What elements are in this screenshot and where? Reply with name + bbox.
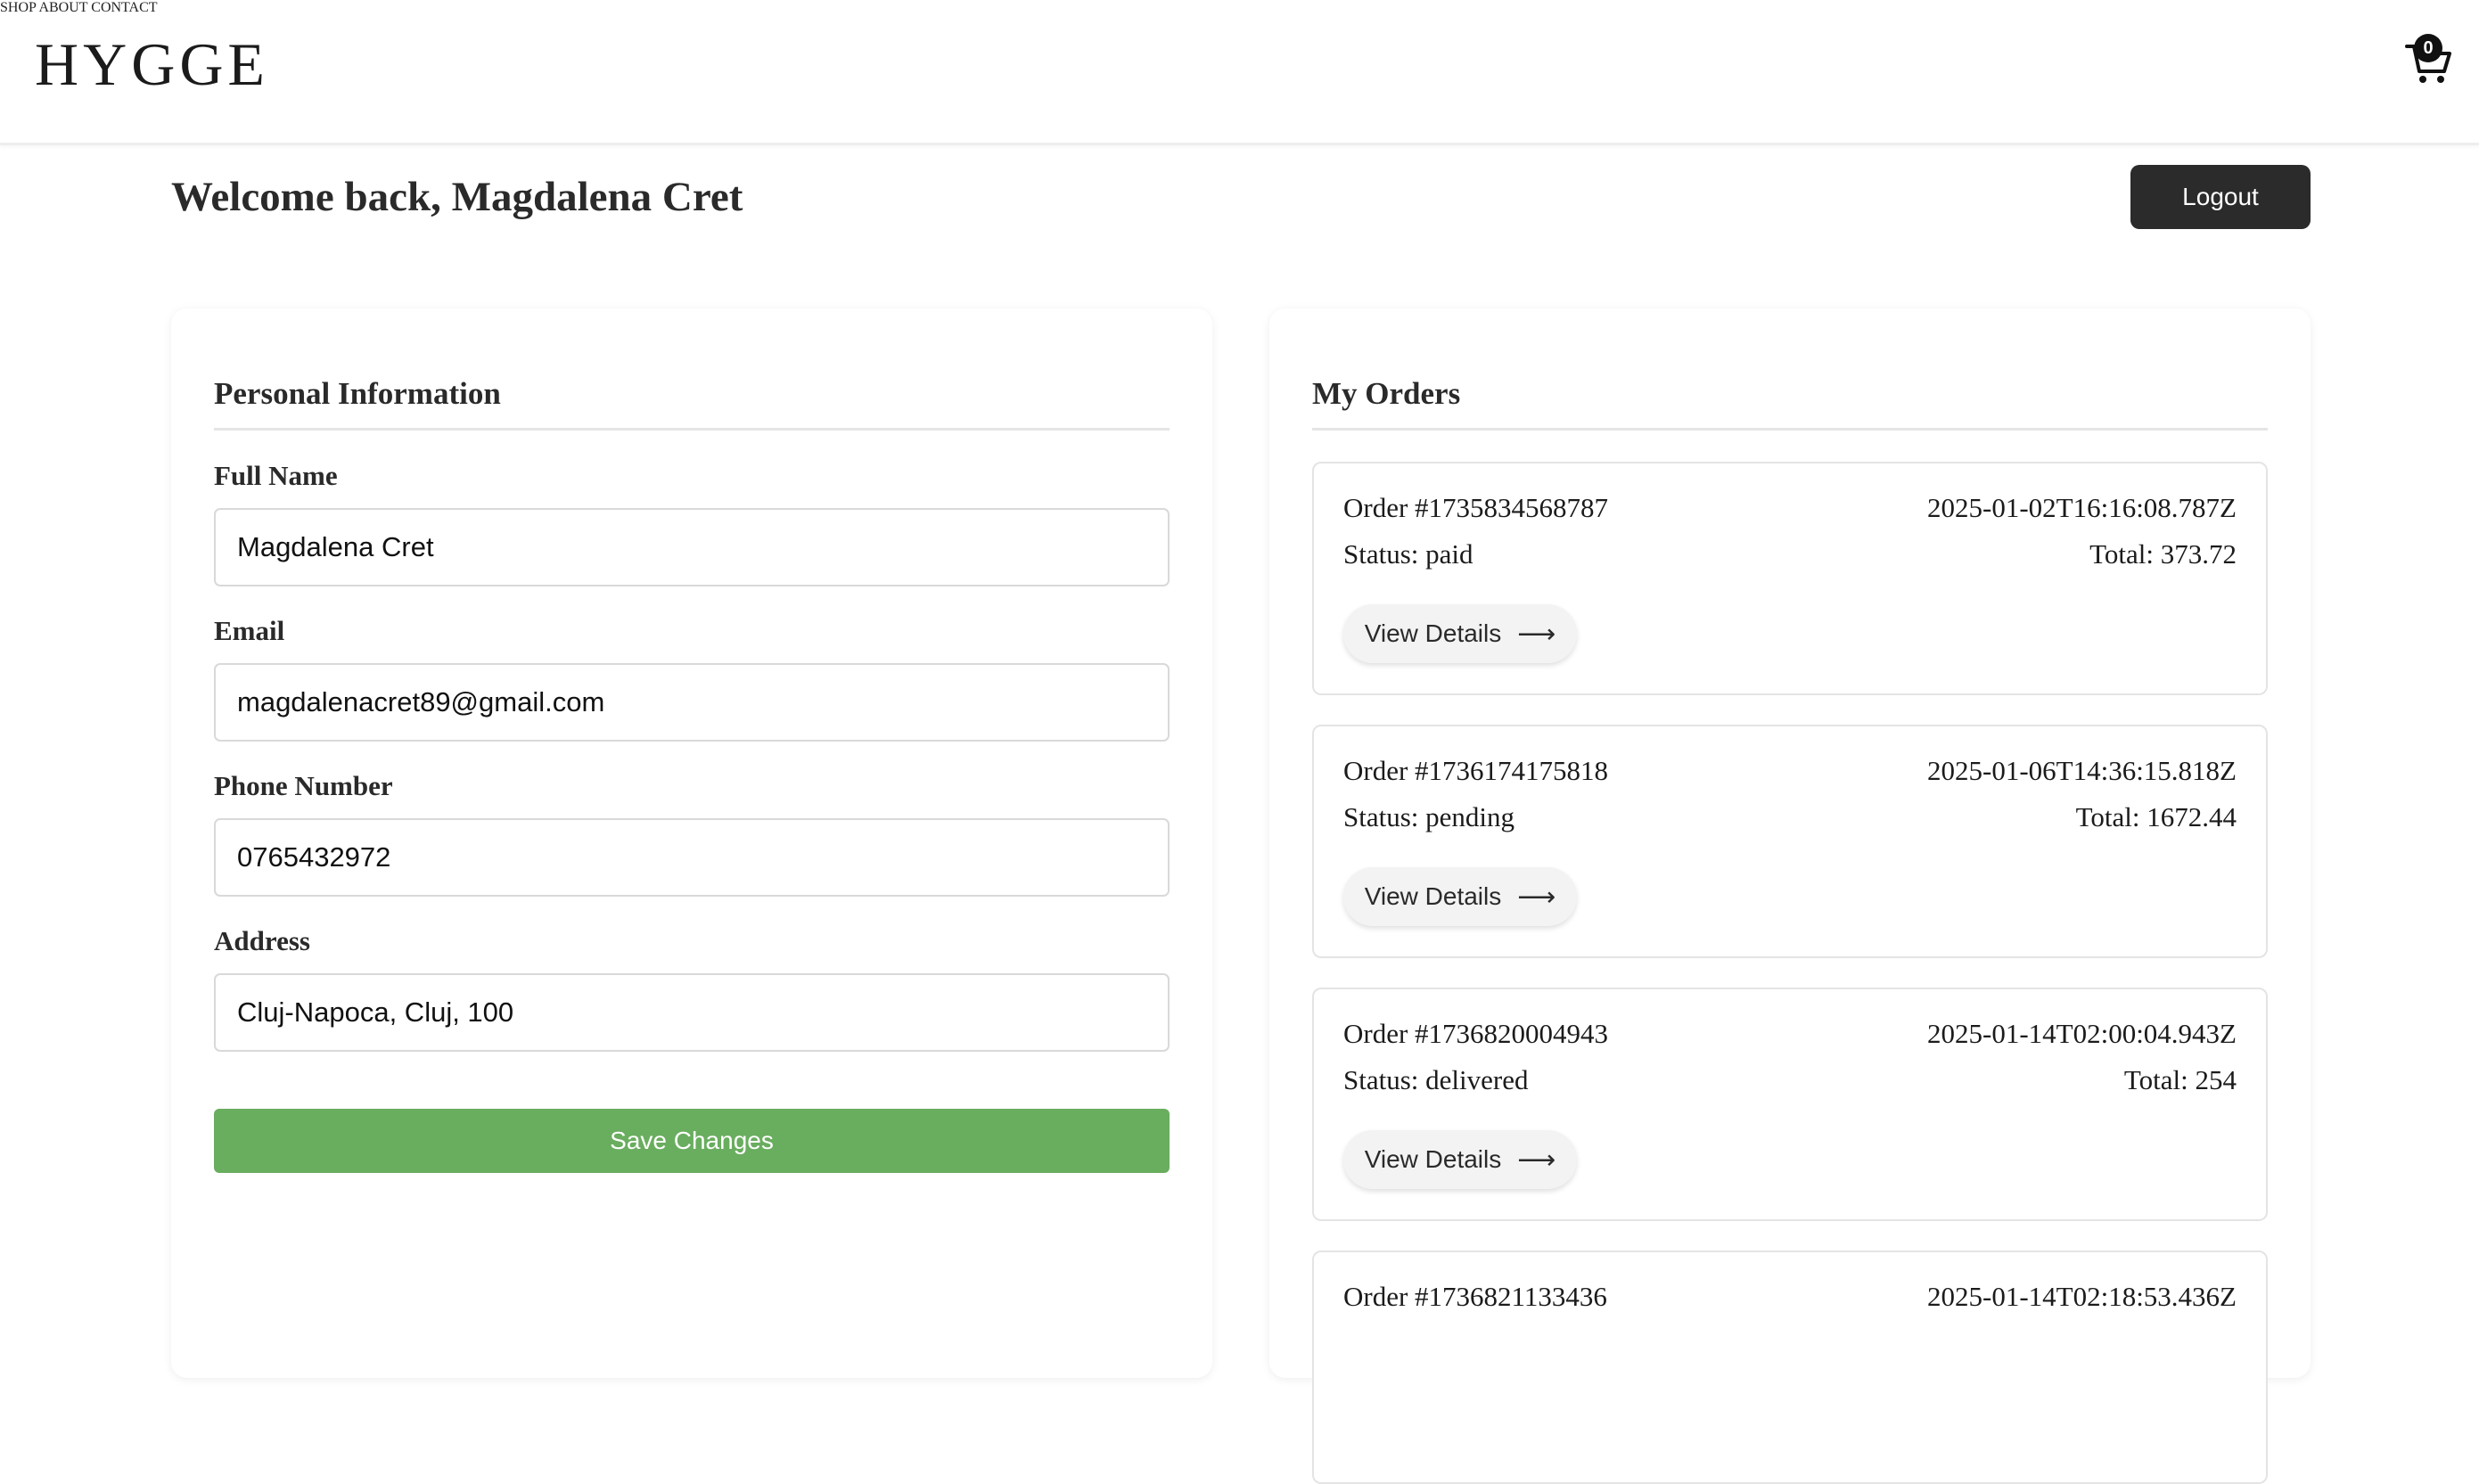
view-details-label: View Details bbox=[1364, 1145, 1502, 1173]
order-status: Status: pending bbox=[1343, 801, 1515, 832]
order-id: Order #1736821133436 bbox=[1343, 1281, 1607, 1312]
order-card: Order #1735834568787 2025-01-02T16:16:08… bbox=[1312, 462, 2268, 695]
site-header: HYGGE SHOP ABOUT CONTACT 0 bbox=[0, 0, 2479, 145]
email-label: Email bbox=[214, 615, 285, 646]
order-date: 2025-01-14T02:00:04.943Z bbox=[1927, 1018, 2237, 1049]
arrow-right-icon: ⟶ bbox=[1517, 619, 1556, 649]
welcome-title: Welcome back, Magdalena Cret bbox=[171, 174, 743, 220]
order-card: Order #1736174175818 2025-01-06T14:36:15… bbox=[1312, 725, 2268, 958]
personal-info-title: Personal Information bbox=[214, 376, 1170, 430]
order-status: Status: delivered bbox=[1343, 1064, 1529, 1095]
view-details-button[interactable]: View Details ⟶ bbox=[1343, 1130, 1577, 1189]
arrow-right-icon: ⟶ bbox=[1517, 881, 1556, 912]
email-input[interactable] bbox=[214, 663, 1170, 742]
personal-info-card: Personal Information Full Name Email Pho… bbox=[171, 308, 1212, 1378]
save-changes-button[interactable]: Save Changes bbox=[214, 1109, 1170, 1173]
arrow-right-icon: ⟶ bbox=[1517, 1144, 1556, 1175]
order-total: Total: 1672.44 bbox=[2075, 801, 2237, 832]
orders-card: My Orders Order #1735834568787 2025-01-0… bbox=[1269, 308, 2311, 1484]
order-id: Order #1735834568787 bbox=[1343, 492, 1609, 523]
view-details-button[interactable]: View Details ⟶ bbox=[1343, 604, 1577, 663]
nav-about[interactable]: ABOUT bbox=[38, 0, 87, 15]
nav-contact[interactable]: CONTACT bbox=[91, 0, 157, 15]
order-total: Total: 254 bbox=[2123, 1064, 2237, 1095]
full-name-input[interactable] bbox=[214, 508, 1170, 586]
order-total: Total: 373.72 bbox=[2089, 538, 2237, 570]
order-card: Order #1736821133436 2025-01-14T02:18:53… bbox=[1312, 1250, 2268, 1484]
cart-count-badge: 0 bbox=[2414, 34, 2442, 62]
order-status: Status: paid bbox=[1343, 538, 1473, 570]
address-label: Address bbox=[214, 925, 310, 956]
order-id: Order #1736174175818 bbox=[1343, 755, 1609, 786]
view-details-label: View Details bbox=[1364, 619, 1502, 647]
phone-label: Phone Number bbox=[214, 770, 393, 801]
logout-button[interactable]: Logout bbox=[2130, 165, 2311, 229]
view-details-button[interactable]: View Details ⟶ bbox=[1343, 867, 1577, 926]
order-id: Order #1736820004943 bbox=[1343, 1018, 1609, 1049]
phone-input[interactable] bbox=[214, 818, 1170, 897]
order-date: 2025-01-06T14:36:15.818Z bbox=[1927, 755, 2237, 786]
brand-logo[interactable]: HYGGE bbox=[35, 34, 269, 94]
order-date: 2025-01-14T02:18:53.436Z bbox=[1927, 1281, 2237, 1312]
address-input[interactable] bbox=[214, 973, 1170, 1052]
order-card: Order #1736820004943 2025-01-14T02:00:04… bbox=[1312, 988, 2268, 1221]
view-details-label: View Details bbox=[1364, 882, 1502, 910]
orders-title: My Orders bbox=[1312, 376, 2268, 430]
order-date: 2025-01-02T16:16:08.787Z bbox=[1927, 492, 2237, 523]
full-name-label: Full Name bbox=[214, 460, 338, 491]
nav-shop[interactable]: SHOP bbox=[0, 0, 36, 15]
